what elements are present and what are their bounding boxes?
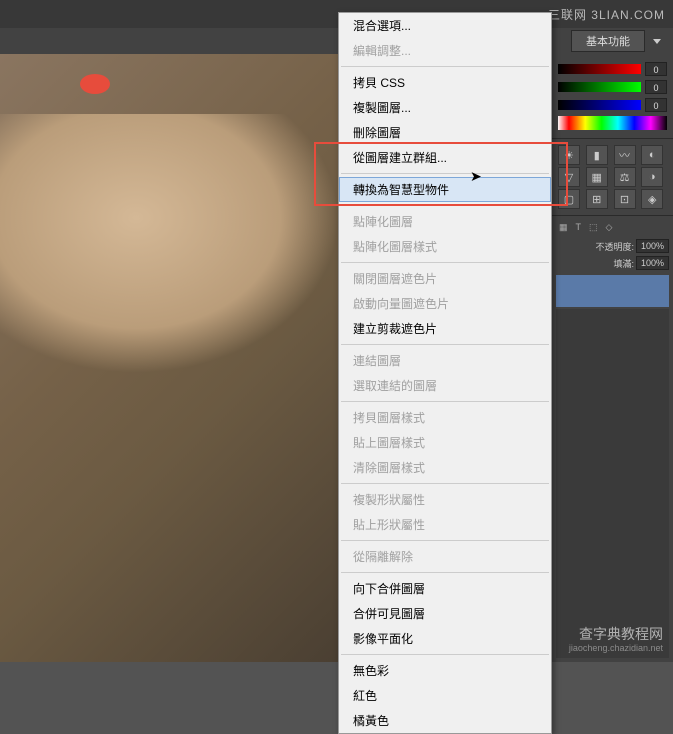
menu-separator	[341, 262, 549, 263]
blue-slider[interactable]	[558, 100, 641, 110]
adjustments-panel: ☀ ▮ 〰 ◐ ▽ ▦ ⚖ ◑ ▢ ⊞ ⊡ ◈	[552, 139, 673, 215]
opacity-value[interactable]: 100%	[636, 239, 669, 253]
watermark-top: 三联网 3LIAN.COM	[548, 6, 665, 23]
adjust-curves-icon[interactable]: 〰	[614, 145, 636, 165]
menu-item-15[interactable]: 建立剪裁遮色片	[339, 316, 551, 341]
menu-item-29[interactable]: 向下合併圖層	[339, 576, 551, 601]
color-panel: 0 0 0	[552, 54, 673, 138]
fill-value[interactable]: 100%	[636, 256, 669, 270]
color-spectrum[interactable]	[558, 116, 667, 130]
menu-item-34[interactable]: 紅色	[339, 683, 551, 708]
menu-item-27: 從隔離解除	[339, 544, 551, 569]
adjust-mixer-icon[interactable]: ⊞	[586, 189, 608, 209]
layers-filter-fx-icon[interactable]: ⬚	[586, 220, 601, 235]
menu-item-21: 貼上圖層樣式	[339, 430, 551, 455]
adjust-levels-icon[interactable]: ▮	[586, 145, 608, 165]
layers-filter-shape-icon[interactable]: ◇	[603, 220, 616, 235]
document-image	[0, 54, 340, 662]
menu-separator	[341, 401, 549, 402]
adjust-balance-icon[interactable]: ⚖	[614, 167, 636, 187]
menu-item-30[interactable]: 合併可見圖層	[339, 601, 551, 626]
menu-separator	[341, 572, 549, 573]
menu-separator	[341, 173, 549, 174]
adjust-exposure-icon[interactable]: ◐	[641, 145, 663, 165]
menu-item-1: 編輯調整...	[339, 38, 551, 63]
menu-item-13: 關閉圖層遮色片	[339, 266, 551, 291]
layer-item-selected[interactable]	[556, 275, 669, 307]
menu-separator	[341, 344, 549, 345]
menu-item-5[interactable]: 刪除圖層	[339, 120, 551, 145]
menu-separator	[341, 540, 549, 541]
adjust-invert-icon[interactable]: ◈	[641, 189, 663, 209]
menu-item-31[interactable]: 影像平面化	[339, 626, 551, 651]
adjust-lookup-icon[interactable]: ⊡	[614, 189, 636, 209]
menu-item-11: 點陣化圖層樣式	[339, 234, 551, 259]
menu-item-25: 貼上形狀屬性	[339, 512, 551, 537]
menu-separator	[341, 483, 549, 484]
workspace-selector[interactable]: 基本功能	[571, 30, 645, 52]
menu-separator	[341, 66, 549, 67]
menu-item-8[interactable]: 轉換為智慧型物件	[339, 177, 551, 202]
menu-item-0[interactable]: 混合選項...	[339, 13, 551, 38]
layer-context-menu: 混合選項...編輯調整... 拷貝 CSS複製圖層...刪除圖層從圖層建立群組..…	[338, 12, 552, 734]
menu-item-22: 清除圖層樣式	[339, 455, 551, 480]
menu-separator	[341, 654, 549, 655]
opacity-label: 不透明度:	[595, 240, 634, 253]
menu-item-14: 啟動向量圖遮色片	[339, 291, 551, 316]
adjust-photo-icon[interactable]: ▢	[558, 189, 580, 209]
adjust-vibrance-icon[interactable]: ▽	[558, 167, 580, 187]
adjust-bw-icon[interactable]: ◑	[641, 167, 663, 187]
right-panels: 0 0 0 ☀ ▮ 〰 ◐ ▽ ▦ ⚖ ◑	[551, 54, 673, 662]
workspace-flyout-icon[interactable]	[653, 39, 661, 44]
fill-label: 填滿:	[613, 257, 634, 270]
menu-item-35[interactable]: 橘黃色	[339, 708, 551, 733]
menu-item-3[interactable]: 拷貝 CSS	[339, 70, 551, 95]
menu-item-24: 複製形狀屬性	[339, 487, 551, 512]
menu-item-17: 連結圖層	[339, 348, 551, 373]
layers-filter-icon[interactable]: ▦	[556, 220, 571, 235]
layers-list[interactable]	[556, 309, 669, 658]
green-value[interactable]: 0	[645, 80, 667, 94]
menu-item-18: 選取連結的圖層	[339, 373, 551, 398]
layers-filter-t-icon[interactable]: T	[573, 220, 585, 235]
green-slider[interactable]	[558, 82, 641, 92]
adjust-brightness-icon[interactable]: ☀	[558, 145, 580, 165]
blue-value[interactable]: 0	[645, 98, 667, 112]
layers-panel: ▦ T ⬚ ◇ 不透明度: 100% 填滿: 100%	[552, 216, 673, 662]
menu-item-4[interactable]: 複製圖層...	[339, 95, 551, 120]
watermark-bottom: 查字典教程网 jiaocheng.chazidian.net	[569, 626, 663, 654]
menu-item-6[interactable]: 從圖層建立群組...	[339, 145, 551, 170]
red-slider[interactable]	[558, 64, 641, 74]
menu-item-10: 點陣化圖層	[339, 209, 551, 234]
menu-item-20: 拷貝圖層樣式	[339, 405, 551, 430]
red-value[interactable]: 0	[645, 62, 667, 76]
adjust-hue-icon[interactable]: ▦	[586, 167, 608, 187]
menu-separator	[341, 205, 549, 206]
